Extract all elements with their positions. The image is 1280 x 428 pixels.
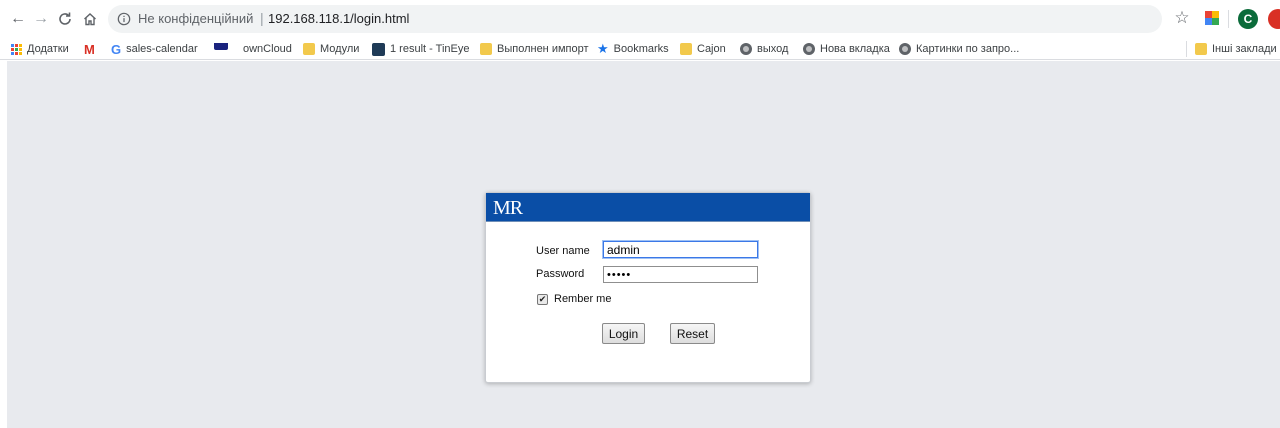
bookmark-bookmarks[interactable]: ★ Bookmarks	[597, 41, 669, 57]
bookmarks-bar: Додатки M G sales-calendar ownCloud Моду…	[0, 38, 1280, 60]
password-input[interactable]	[603, 266, 758, 283]
reload-icon[interactable]	[55, 9, 75, 29]
bookmark-new-tab[interactable]: Нова вкладка	[803, 41, 890, 57]
info-icon[interactable]	[116, 11, 132, 27]
folder-icon	[303, 43, 315, 55]
bookmark-label: Модули	[320, 43, 360, 55]
username-input[interactable]	[603, 241, 758, 258]
login-panel: MR User name Password ✔ Rember me Login …	[485, 192, 811, 383]
bookmark-label: 1 result - TinEye	[390, 43, 470, 55]
tineye-icon	[372, 42, 385, 56]
bookmark-label: Додатки	[27, 43, 69, 55]
extension-icon[interactable]	[1204, 10, 1220, 26]
page-content: MR User name Password ✔ Rember me Login …	[7, 61, 1280, 428]
bookmark-label: ownCloud	[243, 43, 292, 55]
bookmark-cajon[interactable]: Cajon	[680, 41, 726, 57]
home-icon[interactable]	[80, 9, 100, 29]
remember-me-row[interactable]: ✔ Rember me	[537, 293, 611, 305]
bookmark-label: Інші заклади	[1212, 43, 1277, 55]
apps-grid-icon	[11, 43, 22, 55]
bookmark-moduli[interactable]: Модули	[303, 41, 359, 57]
browser-toolbar: ← → Не конфіденційний | 192.168.118.1/lo…	[0, 0, 1280, 38]
remember-me-label[interactable]: Rember me	[554, 293, 611, 305]
bookmark-label: Нова вкладка	[820, 43, 890, 55]
security-label: Не конфіденційний	[138, 11, 254, 26]
globe-icon	[740, 43, 752, 55]
url-text[interactable]: 192.168.118.1/login.html	[268, 11, 409, 26]
bookmark-label: Bookmarks	[613, 43, 669, 55]
bookmark-label: Cajon	[697, 43, 726, 55]
login-panel-header: MR	[486, 193, 810, 222]
remember-me-checkbox[interactable]: ✔	[537, 293, 548, 305]
url-separator: |	[260, 10, 264, 26]
profile-avatar[interactable]: C	[1238, 9, 1258, 29]
bookmark-label: Выполнен импорт	[497, 43, 589, 55]
bookmark-label: выход	[757, 43, 789, 55]
forward-arrow-icon[interactable]: →	[31, 9, 51, 29]
bookmark-gmail[interactable]: M	[84, 41, 100, 57]
login-panel-title: MR	[493, 197, 523, 219]
globe-icon	[803, 43, 815, 55]
folder-icon	[480, 43, 492, 55]
back-arrow-icon[interactable]: ←	[8, 9, 28, 29]
username-label: User name	[536, 245, 590, 257]
login-button[interactable]: Login	[602, 323, 645, 344]
owncloud-icon	[214, 42, 228, 50]
bookmark-vyhod[interactable]: выход	[740, 41, 788, 57]
bookmark-sales-calendar[interactable]: G sales-calendar	[111, 41, 198, 57]
google-icon: G	[111, 42, 122, 57]
reset-button[interactable]: Reset	[670, 323, 715, 344]
bookmark-owncloud[interactable]: ownCloud	[214, 41, 292, 57]
bookmark-apps[interactable]: Додатки	[11, 41, 69, 57]
bookmark-other[interactable]: Інші заклади	[1186, 41, 1277, 57]
extension-red-icon[interactable]	[1268, 9, 1280, 29]
gmail-icon: M	[84, 42, 95, 57]
folder-icon	[680, 43, 692, 55]
address-bar[interactable]: Не конфіденційний | 192.168.118.1/login.…	[108, 5, 1162, 33]
bookmark-import[interactable]: Выполнен импорт	[480, 41, 589, 57]
bookmark-star-icon[interactable]: ☆	[1172, 8, 1192, 28]
toolbar-divider	[1228, 10, 1229, 28]
star-icon: ★	[597, 41, 609, 56]
bookmark-label: sales-calendar	[126, 43, 198, 55]
globe-icon	[899, 43, 911, 55]
folder-icon	[1195, 43, 1207, 55]
bookmark-label: Картинки по запро...	[916, 43, 1020, 55]
password-label: Password	[536, 268, 585, 280]
bookmark-kartinki[interactable]: Картинки по запро...	[899, 41, 1019, 57]
bookmark-tineye[interactable]: 1 result - TinEye	[372, 41, 469, 57]
